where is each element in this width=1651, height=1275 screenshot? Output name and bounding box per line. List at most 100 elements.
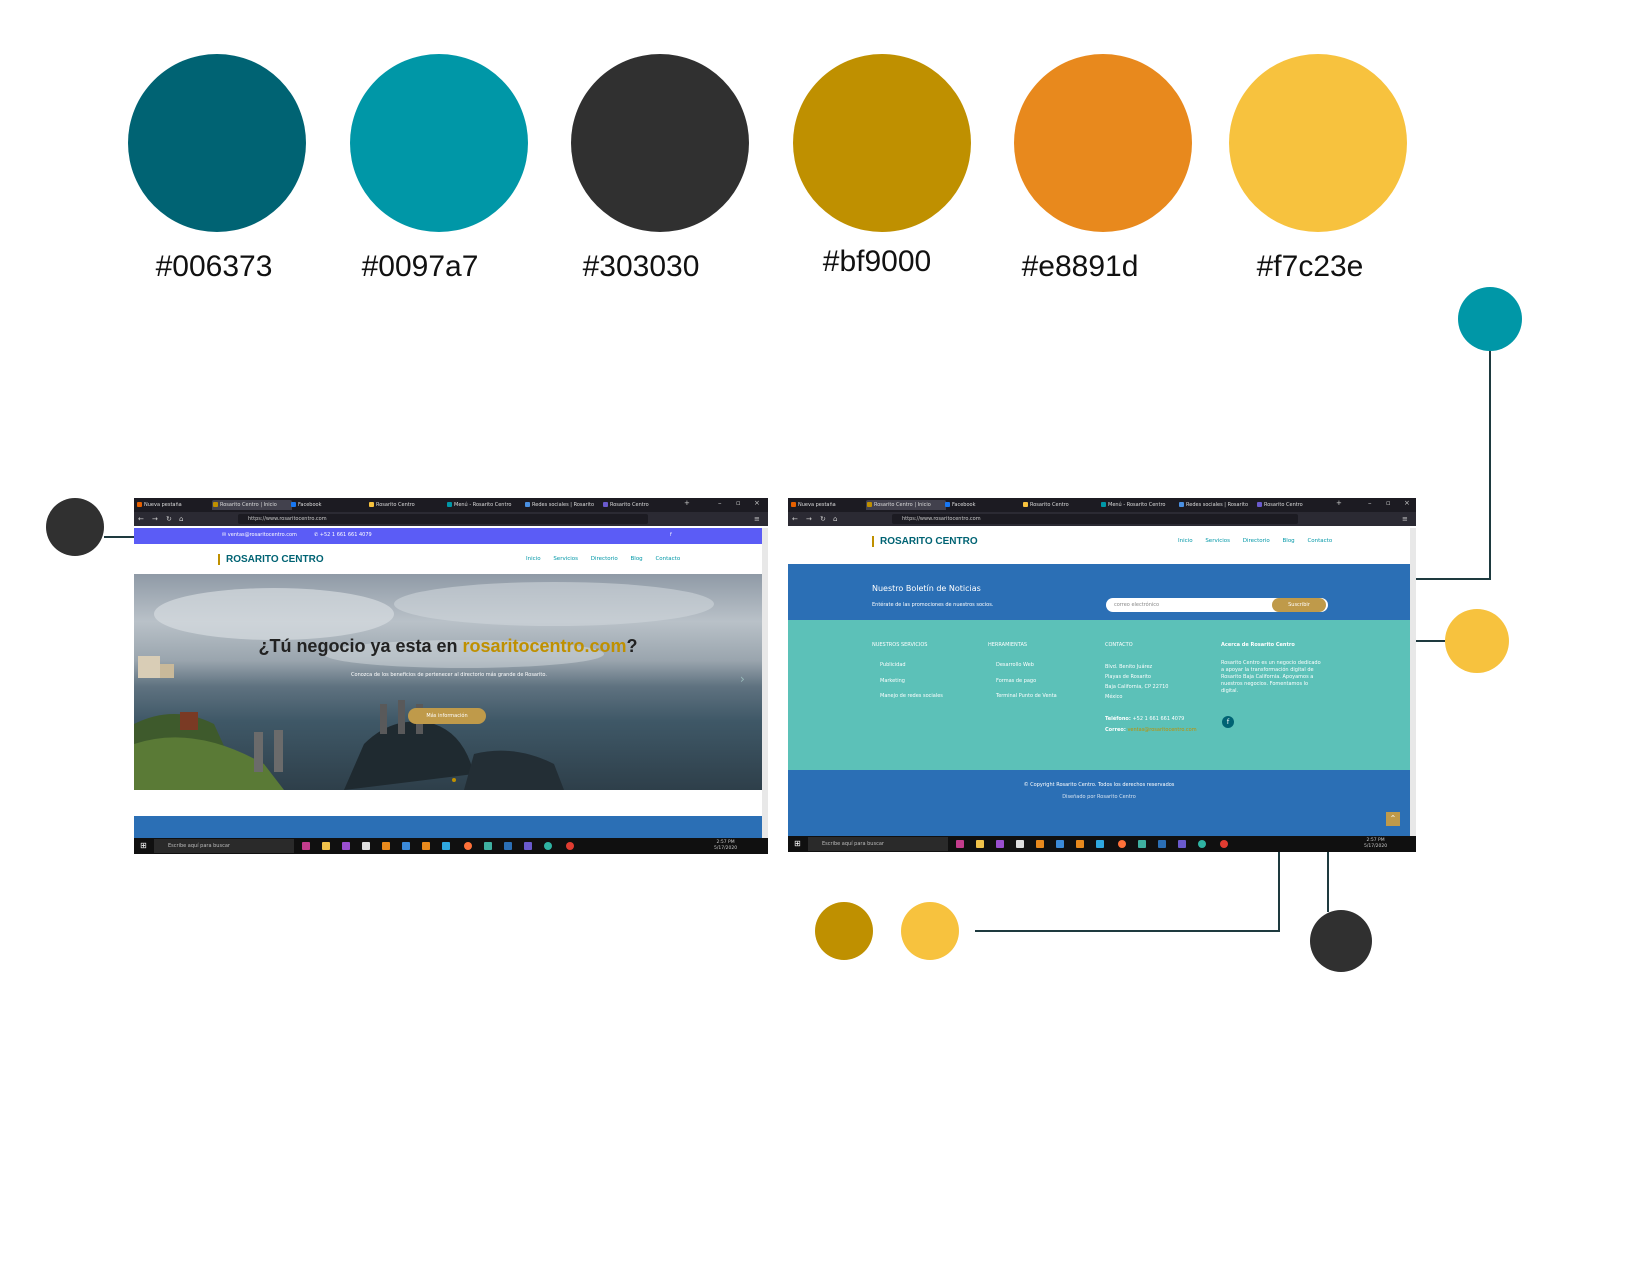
store-icon[interactable] <box>362 842 370 850</box>
browser-tab[interactable]: Redes sociales | Rosarito <box>1178 500 1258 510</box>
browser-tab[interactable]: Nueva pestaña <box>790 500 868 510</box>
app-icon[interactable] <box>1220 840 1228 848</box>
menu-icon[interactable]: ≡ <box>1402 514 1408 524</box>
close-window-icon[interactable]: × <box>754 498 760 508</box>
browser-tab[interactable]: Redes sociales | Rosarito <box>524 500 604 510</box>
mail-icon[interactable] <box>402 842 410 850</box>
app-icon[interactable] <box>382 842 390 850</box>
app-icon[interactable] <box>996 840 1004 848</box>
new-tab-icon[interactable]: + <box>1336 498 1342 508</box>
back-icon[interactable]: ← <box>792 514 798 524</box>
app-icon[interactable] <box>524 842 532 850</box>
url-field[interactable]: https://www.rosaritocentro.com <box>892 514 1298 524</box>
site-brand[interactable]: ROSARITO CENTRO <box>218 554 324 565</box>
app-icon[interactable] <box>1036 840 1044 848</box>
folder-icon[interactable] <box>322 842 330 850</box>
app-icon[interactable] <box>342 842 350 850</box>
edge-icon[interactable] <box>544 842 552 850</box>
browser-tab[interactable]: Menú - Rosarito Centro <box>446 500 526 510</box>
edge-icon[interactable] <box>1198 840 1206 848</box>
taskbar-search[interactable]: Escribe aquí para buscar <box>154 839 294 853</box>
app-icon[interactable] <box>1138 840 1146 848</box>
nav-item[interactable]: Inicio <box>1178 538 1193 544</box>
app-icon[interactable] <box>566 842 574 850</box>
app-icon[interactable] <box>484 842 492 850</box>
footer-link[interactable]: Terminal Punto de Venta <box>996 693 1057 700</box>
maximize-icon[interactable]: ▫ <box>736 498 741 508</box>
photoshop-icon[interactable] <box>1096 840 1104 848</box>
nav-item[interactable]: Directorio <box>591 556 618 562</box>
maximize-icon[interactable]: ▫ <box>1386 498 1391 508</box>
facebook-icon[interactable]: f <box>670 532 672 539</box>
nav-item[interactable]: Servicios <box>1205 538 1230 544</box>
minimize-icon[interactable]: – <box>1368 498 1372 508</box>
forward-icon[interactable]: → <box>152 514 158 524</box>
browser-tab[interactable]: Rosarito Centro | Inicio <box>866 500 946 510</box>
store-icon[interactable] <box>1016 840 1024 848</box>
browser-tab[interactable]: Menú - Rosarito Centro <box>1100 500 1180 510</box>
app-icon[interactable] <box>956 840 964 848</box>
contact-email[interactable]: Correo: ventas@rosaritocentro.com <box>1105 727 1197 734</box>
browser-tab[interactable]: Rosarito Centro <box>1022 500 1102 510</box>
illustrator-icon[interactable] <box>1076 840 1084 848</box>
windows-start-icon[interactable]: ⊞ <box>140 841 147 850</box>
new-tab-icon[interactable]: + <box>684 498 690 508</box>
nav-item[interactable]: Contacto <box>655 556 680 562</box>
nav-item[interactable]: Servicios <box>553 556 578 562</box>
carousel-indicator[interactable] <box>452 778 456 782</box>
back-icon[interactable]: ← <box>138 514 144 524</box>
reload-icon[interactable]: ↻ <box>166 514 172 524</box>
browser-tab[interactable]: Facebook <box>944 500 1024 510</box>
mail-icon[interactable] <box>1056 840 1064 848</box>
footer-link[interactable]: Formas de pago <box>996 678 1036 685</box>
nav-item[interactable]: Inicio <box>526 556 541 562</box>
menu-icon[interactable]: ≡ <box>754 514 760 524</box>
nav-item[interactable]: Blog <box>1283 538 1295 544</box>
url-field[interactable]: https://www.rosaritocentro.com <box>238 514 648 524</box>
carousel-next-icon[interactable]: › <box>740 672 745 686</box>
topbar-email[interactable]: ✉ ventas@rosaritocentro.com <box>222 532 297 539</box>
newsletter-subscribe-button[interactable]: Suscribir <box>1272 598 1326 612</box>
close-window-icon[interactable]: × <box>1404 498 1410 508</box>
scrollbar[interactable] <box>1410 528 1416 836</box>
minimize-icon[interactable]: – <box>718 498 722 508</box>
footer-link[interactable]: Marketing <box>880 678 905 685</box>
nav-item[interactable]: Contacto <box>1307 538 1332 544</box>
home-icon[interactable]: ⌂ <box>179 514 183 524</box>
browser-tab[interactable]: Facebook <box>290 500 370 510</box>
nav-item[interactable]: Blog <box>631 556 643 562</box>
screenshot-footer: Nueva pestaña Rosarito Centro | Inicio F… <box>788 498 1416 852</box>
site-brand[interactable]: ROSARITO CENTRO <box>872 536 978 547</box>
back-to-top-button[interactable]: ⌃ <box>1386 812 1400 826</box>
browser-tab[interactable]: Rosarito Centro <box>1256 500 1336 510</box>
scrollbar[interactable] <box>762 528 768 838</box>
browser-tab-bar: Nueva pestaña Rosarito Centro | Inicio F… <box>134 498 768 512</box>
browser-tab[interactable]: Rosarito Centro <box>368 500 448 510</box>
app-icon[interactable] <box>504 842 512 850</box>
illustrator-icon[interactable] <box>422 842 430 850</box>
browser-tab[interactable]: Rosarito Centro <box>602 500 682 510</box>
photoshop-icon[interactable] <box>442 842 450 850</box>
taskbar-clock[interactable]: 2:57 PM 5/17/2020 <box>1364 838 1387 850</box>
firefox-icon[interactable] <box>1118 840 1126 848</box>
copyright-section: © Copyright Rosarito Centro. Todos los d… <box>788 770 1410 836</box>
footer-link[interactable]: Manejo de redes sociales <box>880 693 943 700</box>
browser-tab[interactable]: Rosarito Centro | Inicio <box>212 500 292 510</box>
nav-item[interactable]: Directorio <box>1243 538 1270 544</box>
hero-button[interactable]: Más información <box>408 708 486 724</box>
reload-icon[interactable]: ↻ <box>820 514 826 524</box>
taskbar-clock[interactable]: 2:57 PM 5/17/2020 <box>714 840 737 852</box>
footer-link[interactable]: Desarrollo Web <box>996 662 1034 669</box>
windows-start-icon[interactable]: ⊞ <box>794 839 801 848</box>
app-icon[interactable] <box>1178 840 1186 848</box>
app-icon[interactable] <box>1158 840 1166 848</box>
browser-tab[interactable]: Nueva pestaña <box>136 500 214 510</box>
footer-link[interactable]: Publicidad <box>880 662 906 669</box>
forward-icon[interactable]: → <box>806 514 812 524</box>
facebook-icon[interactable]: f <box>1222 716 1234 728</box>
app-icon[interactable] <box>302 842 310 850</box>
taskbar-search[interactable]: Escribe aquí para buscar <box>808 837 948 851</box>
home-icon[interactable]: ⌂ <box>833 514 837 524</box>
firefox-icon[interactable] <box>464 842 472 850</box>
folder-icon[interactable] <box>976 840 984 848</box>
